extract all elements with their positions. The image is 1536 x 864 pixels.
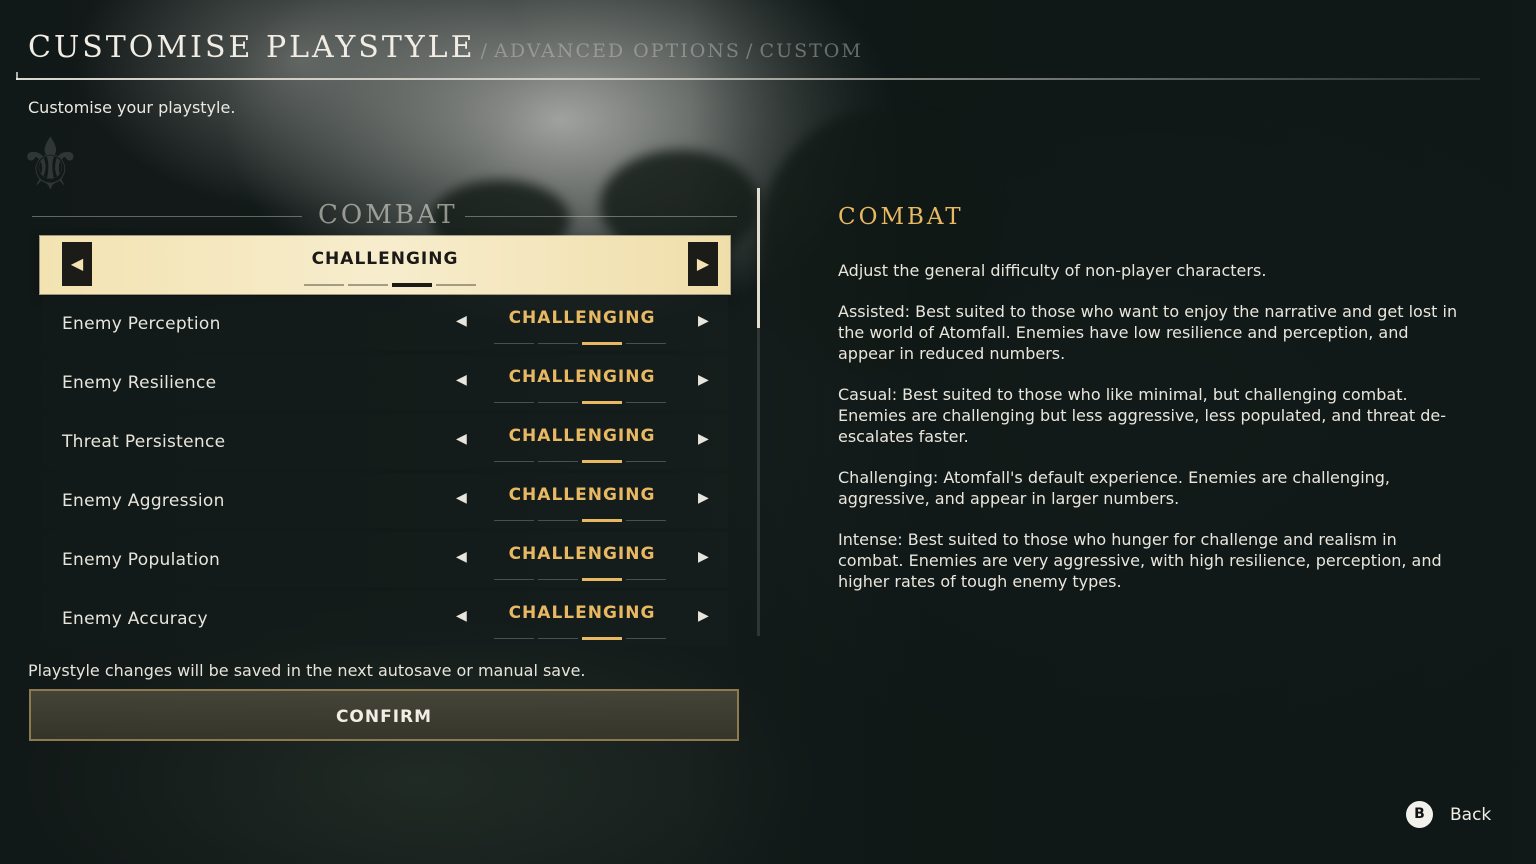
arrow-right-icon[interactable]: ▶ bbox=[698, 372, 709, 388]
arrow-right-icon[interactable]: ▶ bbox=[698, 608, 709, 624]
setting-row-enemy-resilience[interactable]: Enemy Resilience ◀ CHALLENGING ▶ bbox=[42, 355, 728, 410]
level-pip bbox=[538, 638, 578, 639]
level-pip bbox=[626, 520, 666, 521]
section-divider-left bbox=[32, 216, 302, 217]
level-pip bbox=[626, 343, 666, 344]
info-challenging: Challenging: Atomfall's default experien… bbox=[838, 468, 1391, 508]
level-pip bbox=[582, 637, 622, 640]
level-pip bbox=[582, 578, 622, 581]
arrow-left-icon[interactable]: ◀ bbox=[456, 608, 467, 624]
breadcrumb-custom: CUSTOM bbox=[759, 40, 863, 62]
info-casual: Casual: Best suited to those who like mi… bbox=[838, 385, 1447, 446]
preset-value: CHALLENGING bbox=[311, 249, 459, 269]
setting-value: CHALLENGING bbox=[508, 308, 656, 328]
setting-value: CHALLENGING bbox=[508, 544, 656, 564]
section-divider-right bbox=[465, 216, 737, 217]
setting-label: Threat Persistence bbox=[62, 432, 226, 452]
section-title: COMBAT bbox=[318, 200, 458, 230]
level-indicator bbox=[494, 569, 670, 581]
back-label: Back bbox=[1450, 805, 1492, 825]
level-pip bbox=[626, 461, 666, 462]
arrow-left-icon[interactable]: ◀ bbox=[456, 431, 467, 447]
setting-row-enemy-population[interactable]: Enemy Population ◀ CHALLENGING ▶ bbox=[42, 532, 728, 587]
arrow-right-icon: ▶ bbox=[696, 254, 710, 273]
setting-label: Enemy Population bbox=[62, 550, 221, 570]
level-pip bbox=[538, 343, 578, 344]
level-pip bbox=[582, 519, 622, 522]
info-description: Adjust the general difficulty of non-pla… bbox=[838, 261, 1267, 280]
level-pip bbox=[626, 402, 666, 403]
save-note: Playstyle changes will be saved in the n… bbox=[28, 661, 586, 680]
arrow-left-icon[interactable]: ◀ bbox=[456, 313, 467, 329]
page-header: CUSTOMISE PLAYSTYLE / ADVANCED OPTIONS /… bbox=[28, 30, 863, 70]
level-pip bbox=[582, 460, 622, 463]
breadcrumb-advanced-options: ADVANCED OPTIONS bbox=[494, 40, 741, 62]
settings-list: Enemy Perception ◀ CHALLENGING ▶ Enemy R… bbox=[42, 296, 728, 650]
breadcrumb-separator: / bbox=[480, 40, 489, 62]
setting-label: Enemy Resilience bbox=[62, 373, 217, 393]
confirm-button[interactable]: CONFIRM bbox=[29, 689, 739, 741]
setting-value: CHALLENGING bbox=[508, 603, 656, 623]
info-panel: COMBAT Adjust the general difficulty of … bbox=[838, 204, 1458, 592]
arrow-right-icon[interactable]: ▶ bbox=[698, 313, 709, 329]
page-subtitle: Customise your playstyle. bbox=[28, 98, 236, 117]
info-assisted: Assisted: Best suited to those who want … bbox=[838, 302, 1458, 363]
setting-label: Enemy Perception bbox=[62, 314, 221, 334]
level-pip bbox=[392, 282, 432, 287]
arrow-right-icon[interactable]: ▶ bbox=[698, 431, 709, 447]
level-pip bbox=[538, 402, 578, 403]
level-pip bbox=[348, 283, 388, 286]
level-indicator bbox=[494, 510, 670, 522]
level-pip bbox=[494, 461, 534, 462]
fleur-de-lis-icon: ⚜ bbox=[18, 122, 83, 206]
level-pip bbox=[436, 283, 476, 286]
controller-b-button-icon: B bbox=[1406, 801, 1433, 828]
level-pip bbox=[538, 579, 578, 580]
level-indicator bbox=[494, 628, 670, 640]
level-pip bbox=[626, 638, 666, 639]
combat-preset-selector[interactable]: ◀ CHALLENGING ▶ bbox=[40, 236, 730, 294]
setting-row-threat-persistence[interactable]: Threat Persistence ◀ CHALLENGING ▶ bbox=[42, 414, 728, 469]
preset-next-button[interactable]: ▶ bbox=[688, 242, 718, 286]
level-pip bbox=[538, 520, 578, 521]
level-pip bbox=[494, 579, 534, 580]
scrollbar-thumb[interactable] bbox=[757, 188, 760, 328]
page-title: CUSTOMISE PLAYSTYLE bbox=[28, 30, 476, 65]
arrow-right-icon[interactable]: ▶ bbox=[698, 549, 709, 565]
level-indicator bbox=[494, 451, 670, 463]
settings-scrollbar[interactable] bbox=[757, 188, 760, 636]
level-pip bbox=[304, 283, 344, 286]
level-pip bbox=[582, 342, 622, 345]
setting-row-enemy-accuracy[interactable]: Enemy Accuracy ◀ CHALLENGING ▶ bbox=[42, 591, 728, 646]
level-pip bbox=[582, 401, 622, 404]
level-indicator bbox=[494, 333, 670, 345]
arrow-right-icon[interactable]: ▶ bbox=[698, 490, 709, 506]
level-indicator bbox=[494, 392, 670, 404]
preset-level-indicator bbox=[304, 274, 480, 287]
info-title: COMBAT bbox=[838, 204, 964, 230]
setting-row-enemy-perception[interactable]: Enemy Perception ◀ CHALLENGING ▶ bbox=[42, 296, 728, 351]
breadcrumb-separator: / bbox=[746, 40, 755, 62]
info-intense: Intense: Best suited to those who hunger… bbox=[838, 530, 1442, 591]
setting-label: Enemy Accuracy bbox=[62, 609, 208, 629]
header-divider bbox=[16, 72, 1480, 80]
arrow-left-icon[interactable]: ◀ bbox=[456, 372, 467, 388]
setting-value: CHALLENGING bbox=[508, 485, 656, 505]
level-pip bbox=[538, 461, 578, 462]
level-pip bbox=[494, 638, 534, 639]
setting-row-enemy-aggression[interactable]: Enemy Aggression ◀ CHALLENGING ▶ bbox=[42, 473, 728, 528]
arrow-left-icon[interactable]: ◀ bbox=[456, 549, 467, 565]
arrow-left-icon[interactable]: ◀ bbox=[456, 490, 467, 506]
level-pip bbox=[494, 343, 534, 344]
setting-value: CHALLENGING bbox=[508, 426, 656, 446]
level-pip bbox=[494, 402, 534, 403]
section-header: COMBAT bbox=[32, 200, 740, 234]
setting-value: CHALLENGING bbox=[508, 367, 656, 387]
setting-label: Enemy Aggression bbox=[62, 491, 225, 511]
level-pip bbox=[626, 579, 666, 580]
level-pip bbox=[494, 520, 534, 521]
